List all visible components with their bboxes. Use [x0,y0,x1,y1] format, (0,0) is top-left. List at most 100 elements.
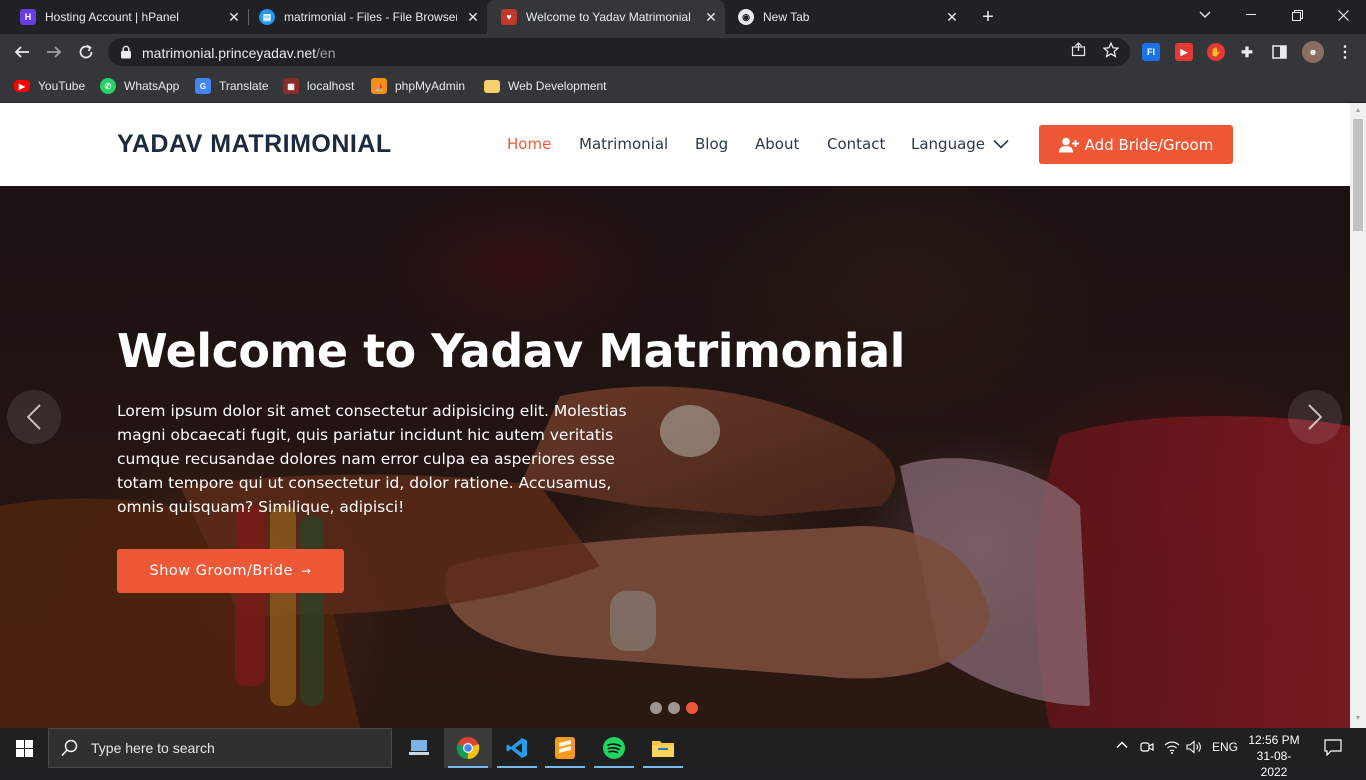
bookmark-star-icon[interactable] [1101,41,1121,62]
bookmark-translate[interactable]: G Translate [195,77,269,95]
tab-file-browser[interactable]: ▤ matrimonial - Files - File Browser ✕ [239,0,487,34]
nav-contact[interactable]: Contact [827,135,885,155]
whatsapp-icon: ✆ [100,78,116,94]
video-extension-icon[interactable]: ▶ [1175,43,1193,61]
close-window-button[interactable] [1320,0,1366,30]
scrollbar-thumb[interactable] [1353,119,1363,231]
close-icon[interactable]: ✕ [944,9,960,25]
system-clock[interactable]: 12:56 PM 31-08-2022 [1246,732,1302,780]
new-tab-button[interactable]: + [978,7,998,27]
taskbar-search-box[interactable]: Type here to search [48,728,392,768]
carousel-dot-3[interactable] [686,702,698,714]
share-icon[interactable] [1068,42,1088,62]
translate-icon: G [195,78,211,94]
notifications-icon[interactable] [1324,739,1342,759]
hostinger-icon: H [20,9,36,25]
bookmark-label: phpMyAdmin [395,79,466,93]
carousel-dot-2[interactable] [668,702,680,714]
clock-date: 31-08-2022 [1256,749,1292,779]
site-logo[interactable]: YADAV MATRIMONIAL [117,130,392,159]
bookmark-youtube[interactable]: ▶ YouTube [14,77,85,95]
browser-toolbar: matrimonial.princeyadav.net/en FI ▶ ✋ ✚ … [0,34,1366,70]
nav-matrimonial[interactable]: Matrimonial [579,135,668,155]
phpmyadmin-icon: ⛵ [371,78,387,94]
chrome-taskbar-icon[interactable] [444,728,492,768]
tab-new-tab[interactable]: ◉ New Tab ✕ [718,0,966,34]
show-groom-bride-button[interactable]: Show Groom/Bride → [117,549,344,593]
nav-about[interactable]: About [755,135,799,155]
volume-icon[interactable] [1186,740,1202,757]
close-icon[interactable]: ✕ [703,9,719,25]
start-button[interactable] [0,728,48,768]
scroll-up-icon[interactable]: ▲ [1354,107,1362,115]
add-bride-groom-button[interactable]: Add Bride/Groom [1039,125,1233,164]
cta-label: Add Bride/Groom [1084,135,1214,154]
site-favicon-icon: ♥ [501,9,517,25]
nav-blog[interactable]: Blog [695,135,728,155]
site-header: YADAV MATRIMONIAL Home Matrimonial Blog … [0,103,1350,186]
user-plus-icon [1058,137,1079,152]
windows-logo-icon [15,739,33,757]
show-hidden-icons-button[interactable] [1115,738,1129,755]
tab-yadav-matrimonial[interactable]: ♥ Welcome to Yadav Matrimonial S ✕ [487,0,725,34]
carousel-indicators [650,702,698,714]
scroll-down-icon[interactable]: ▼ [1354,715,1362,723]
bookmarks-bar: ▶ YouTube ✆ WhatsApp G Translate ▦ local… [0,70,1366,103]
page-scrollbar[interactable]: ▲ ▼ [1350,103,1366,728]
tab-title: matrimonial - Files - File Browser [284,10,457,24]
carousel-next-button[interactable] [1288,390,1342,444]
file-explorer-icon[interactable] [639,728,687,768]
bookmark-whatsapp[interactable]: ✆ WhatsApp [100,77,179,95]
close-icon[interactable]: ✕ [465,9,481,25]
chevron-right-icon [1308,404,1322,430]
minimize-button[interactable] [1228,0,1274,30]
hero-description: Lorem ipsum dolor sit amet consectetur a… [117,402,627,516]
carousel-prev-button[interactable] [7,390,61,444]
side-panel-icon[interactable] [1270,43,1288,61]
bookmark-label: Translate [219,79,269,93]
menu-dots-icon[interactable]: ⋮ [1336,43,1354,61]
lock-icon [121,45,131,59]
meet-now-icon[interactable] [1140,740,1154,757]
tab-hpanel[interactable]: H Hosting Account | hPanel ✕ [0,0,248,34]
bookmark-web-development[interactable]: Web Development [484,77,607,95]
bookmark-label: YouTube [38,79,86,93]
bookmark-phpmyadmin[interactable]: ⛵ phpMyAdmin [371,77,465,95]
hero-title: Welcome to Yadav Matrimonial [117,324,905,378]
forward-button[interactable] [42,40,66,64]
back-button[interactable] [10,40,34,64]
vscode-icon[interactable] [493,728,541,768]
chevron-down-icon [993,139,1009,149]
file-browser-icon: ▤ [259,9,275,25]
tab-search-button[interactable] [1182,0,1228,30]
sublime-text-icon[interactable] [541,728,589,768]
adblock-extension-icon[interactable]: ✋ [1207,43,1225,61]
tab-title: Welcome to Yadav Matrimonial S [526,10,695,24]
hero-carousel: Welcome to Yadav Matrimonial Lorem ipsum… [0,186,1350,728]
windows-taskbar: Type here to search ENG 12:56 PM 31-08-2… [0,728,1366,779]
bookmark-label: WhatsApp [124,79,180,93]
search-placeholder: Type here to search [91,740,215,756]
puzzle-icon[interactable]: ✚ [1238,43,1256,61]
input-language-indicator[interactable]: ENG [1212,740,1238,754]
network-app-icon[interactable] [395,728,443,768]
restore-button[interactable] [1274,0,1320,30]
bookmark-label: localhost [307,79,355,93]
arrow-right-icon [47,46,62,58]
nav-language-dropdown[interactable]: Language [911,135,1009,153]
bookmark-localhost[interactable]: ▦ localhost [283,77,354,95]
hero-button-label: Show Groom/Bride [149,563,293,579]
reload-button[interactable] [74,40,98,64]
spotify-icon[interactable] [590,728,638,768]
tab-title: New Tab [763,10,810,24]
reload-icon [79,44,93,59]
carousel-dot-1[interactable] [650,702,662,714]
wifi-icon[interactable] [1164,740,1180,757]
profile-avatar[interactable]: ☻ [1302,41,1324,63]
fi-extension-icon[interactable]: FI [1142,43,1160,61]
language-label: Language [911,135,986,153]
nav-home[interactable]: Home [507,135,551,155]
page-viewport: YADAV MATRIMONIAL Home Matrimonial Blog … [0,103,1350,728]
youtube-icon: ▶ [14,80,30,92]
address-bar[interactable]: matrimonial.princeyadav.net/en [108,38,1130,66]
